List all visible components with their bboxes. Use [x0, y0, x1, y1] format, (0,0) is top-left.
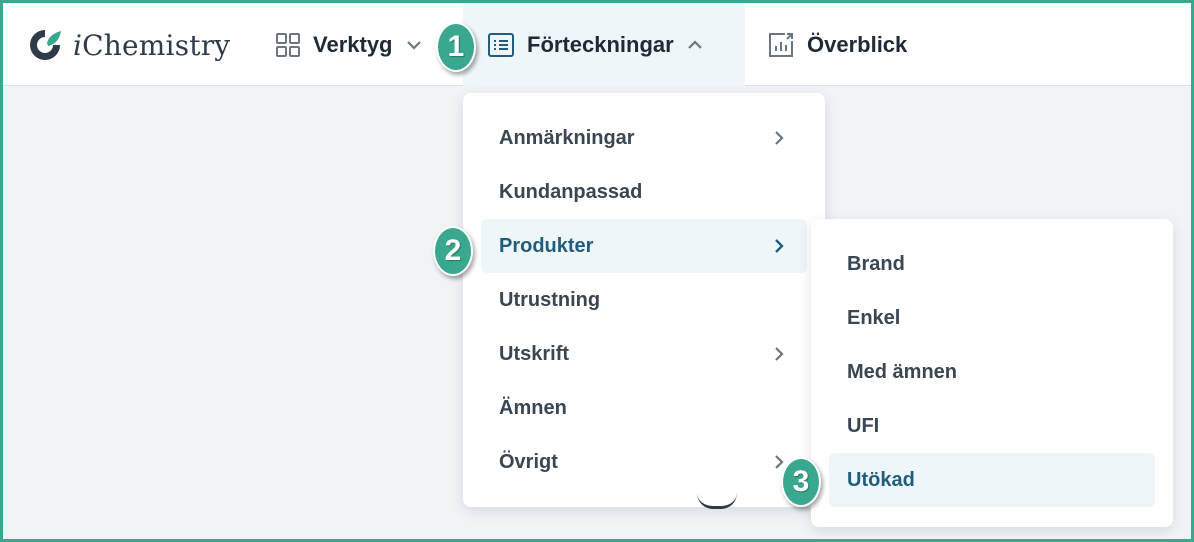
list-icon	[487, 32, 515, 58]
menu-item-utrustning[interactable]: Utrustning	[481, 273, 807, 327]
chevron-down-icon	[405, 39, 423, 51]
nav-verktyg-label: Verktyg	[313, 31, 393, 57]
logo[interactable]: iChemistry	[27, 25, 230, 65]
nav-verktyg[interactable]: Verktyg	[275, 3, 423, 86]
menu-item-label: Med ämnen	[847, 360, 958, 383]
menu-item-label: Produkter	[499, 234, 594, 257]
menu-item-utskrift[interactable]: Utskrift	[481, 327, 807, 381]
nav-overblick-label: Överblick	[807, 31, 908, 57]
submenu-item-med-amnen[interactable]: Med ämnen	[829, 345, 1155, 399]
produkter-submenu: Brand Enkel Med ämnen UFI Utökad	[811, 219, 1173, 527]
menu-item-label: Ämnen	[499, 396, 567, 419]
nav-forteckningar[interactable]: Förteckningar	[463, 3, 745, 86]
chevron-right-icon	[773, 237, 785, 255]
submenu-item-ufi[interactable]: UFI	[829, 399, 1155, 453]
top-navigation-bar: iChemistry Verktyg Förteckningar Överbli…	[3, 3, 1191, 86]
chevron-right-icon	[773, 345, 785, 363]
submenu-item-enkel[interactable]: Enkel	[829, 291, 1155, 345]
brand-name: iChemistry	[73, 28, 231, 62]
menu-item-label: UFI	[847, 414, 880, 437]
nav-forteckningar-label: Förteckningar	[527, 31, 674, 57]
chart-icon	[767, 31, 795, 59]
menu-item-label: Kundanpassad	[499, 180, 643, 203]
nav-overblick[interactable]: Överblick	[767, 3, 907, 86]
menu-item-ovrigt[interactable]: Övrigt	[481, 435, 807, 489]
step-badge-2: 2	[433, 226, 473, 276]
menu-item-label: Utrustning	[499, 288, 601, 311]
forteckningar-dropdown: Anmärkningar Kundanpassad Produkter Utru…	[463, 93, 825, 507]
menu-item-amnen[interactable]: Ämnen	[481, 381, 807, 435]
menu-item-produkter[interactable]: Produkter	[481, 219, 807, 273]
menu-item-label: Enkel	[847, 306, 901, 329]
chevron-right-icon	[773, 129, 785, 147]
menu-item-label: Övrigt	[499, 450, 558, 473]
step-badge-3: 3	[781, 457, 821, 507]
submenu-item-brand[interactable]: Brand	[829, 237, 1155, 291]
grid-icon	[275, 32, 301, 58]
menu-item-label: Anmärkningar	[499, 126, 635, 149]
menu-item-anmarkningar[interactable]: Anmärkningar	[481, 111, 807, 165]
menu-item-label: Utskrift	[499, 342, 570, 365]
menu-item-label: Brand	[847, 252, 905, 275]
menu-item-kundanpassad[interactable]: Kundanpassad	[481, 165, 807, 219]
chevron-up-icon	[686, 39, 704, 51]
step-badge-1: 1	[436, 22, 476, 72]
submenu-item-utokad[interactable]: Utökad	[829, 453, 1155, 507]
menu-item-label: Utökad	[847, 468, 915, 491]
leaf-logo-icon	[30, 30, 61, 60]
app-frame: iChemistry Verktyg Förteckningar Överbli…	[0, 0, 1194, 542]
